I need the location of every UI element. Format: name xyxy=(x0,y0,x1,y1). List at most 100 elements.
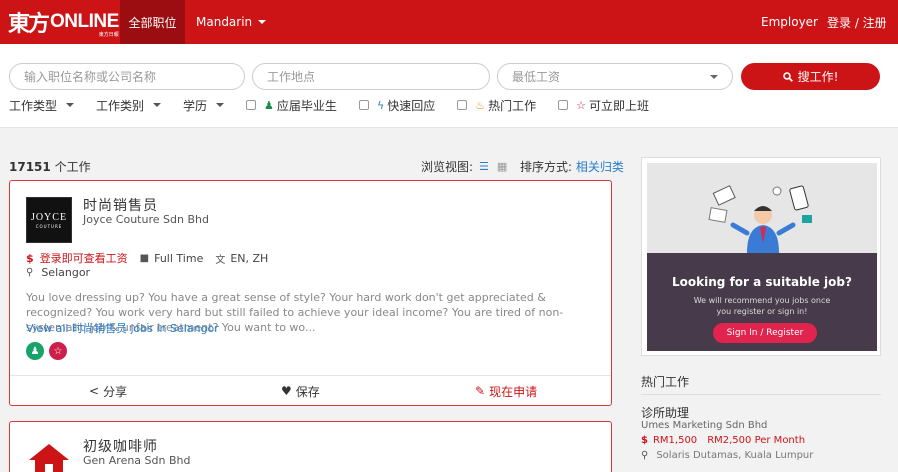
immediate-start-checkbox[interactable]: ☆ 可立即上班 xyxy=(558,97,649,114)
education-label: 学历 xyxy=(183,98,208,113)
job-category-dropdown[interactable]: 工作类别 xyxy=(96,97,162,114)
divider xyxy=(641,394,881,395)
job-count-number: 17151 xyxy=(9,160,51,174)
apply-now-button[interactable]: ✎ 现在申请 xyxy=(475,376,537,406)
company-logo-graphic xyxy=(29,444,69,472)
grid-view-icon[interactable]: ▦ xyxy=(497,160,507,173)
job-card[interactable]: JOYCE COUTURE 时尚销售员 Joyce Couture Sdn Bh… xyxy=(9,180,612,406)
keyword-search-input[interactable]: 输入职位名称或公司名称 xyxy=(9,63,245,90)
promo-subtext: We will recommend you jobs once you regi… xyxy=(647,295,877,317)
promo-subtext-line: We will recommend you jobs once xyxy=(693,296,831,305)
chevron-down-icon xyxy=(216,103,225,107)
apply-label: 现在申请 xyxy=(489,384,538,399)
job-meta: $ 登录即可查看工资 ■ Full Time 文 EN, ZH xyxy=(26,250,268,266)
logo-subtitle: 東方日報 xyxy=(98,32,119,38)
hot-job-title[interactable]: 诊所助理 xyxy=(641,404,689,421)
checkbox-box[interactable] xyxy=(246,100,257,110)
company-logo[interactable]: JOYCE COUTURE xyxy=(26,197,72,243)
fresh-graduate-label: 应届毕业生 xyxy=(276,98,337,113)
education-dropdown[interactable]: 学历 xyxy=(183,97,225,114)
company-name[interactable]: Joyce Couture Sdn Bhd xyxy=(83,213,209,226)
filter-row: 工作类型 工作类别 学历 ♟ 应届毕业生 ϟ 快速回应 ♨ 热门工作 ☆ 可立即… xyxy=(9,97,671,113)
save-button[interactable]: ♥ 保存 xyxy=(281,376,320,406)
heart-icon: ♥ xyxy=(281,384,292,398)
company-logo-subtext: COUTURE xyxy=(35,223,63,229)
graduate-badge-icon: ♟ xyxy=(26,342,44,360)
job-count-suffix: 个工作 xyxy=(50,160,91,174)
hot-job-checkbox[interactable]: ♨ 热门工作 xyxy=(457,97,536,114)
hot-job-location-text: Solaris Dutamas, Kuala Lumpur xyxy=(656,450,814,461)
language-dropdown[interactable]: Mandarin xyxy=(196,0,267,44)
job-title[interactable]: 初级咖啡师 xyxy=(83,436,158,456)
company-logo[interactable] xyxy=(26,436,72,472)
salary-text: 登录即可查看工资 xyxy=(39,252,128,265)
sort-relevance-link[interactable]: 相关归类 xyxy=(576,160,624,174)
view-all-jobs-link[interactable]: View all 时尚销售员 jobs in Selangor xyxy=(26,320,219,336)
meditating-person-illustration xyxy=(708,185,812,253)
sort-control: 排序方式: 相关归类 xyxy=(520,158,624,175)
job-type-text: Full Time xyxy=(154,251,204,265)
employer-link[interactable]: Employer xyxy=(761,0,818,44)
share-button[interactable]: < 分享 xyxy=(89,376,127,406)
briefcase-icon: ■ xyxy=(139,252,150,264)
language-icon: 文 xyxy=(215,254,226,266)
hot-job-location: ⚲ Solaris Dutamas, Kuala Lumpur xyxy=(641,450,813,461)
job-type-dropdown[interactable]: 工作类型 xyxy=(9,97,75,114)
register-promo-card: Looking for a suitable job? We will reco… xyxy=(641,157,881,356)
promo-illustration xyxy=(647,163,877,253)
hot-jobs-heading: 热门工作 xyxy=(641,375,690,389)
promo-subtext-line: you register or sign in! xyxy=(716,307,808,316)
hot-job-salary-min: RM1,500 xyxy=(652,435,698,446)
chevron-down-icon xyxy=(258,20,267,24)
job-card[interactable]: 初级咖啡师 Gen Arena Sdn Bhd xyxy=(9,421,612,472)
checkbox-box[interactable] xyxy=(457,100,468,110)
site-logo[interactable]: 東方 ONLINE 東方日報 xyxy=(8,8,119,38)
lightning-icon: ϟ xyxy=(376,98,385,112)
share-label: 分享 xyxy=(103,384,128,399)
share-icon: < xyxy=(89,384,100,398)
logo-wordmark: ONLINE xyxy=(50,11,119,32)
job-actions: < 分享 ♥ 保存 ✎ 现在申请 xyxy=(10,375,611,405)
job-type: ■ Full Time xyxy=(140,252,204,265)
search-jobs-button[interactable]: 搜工作! xyxy=(741,63,880,90)
immediate-start-label: 可立即上班 xyxy=(588,98,649,113)
job-category-label: 工作类别 xyxy=(96,98,145,113)
company-logo-text: JOYCE xyxy=(30,211,68,223)
list-view-icon[interactable]: ☰ xyxy=(479,160,489,173)
chevron-down-icon xyxy=(153,103,162,107)
view-label: 浏览视图: xyxy=(421,160,474,174)
login-register-link[interactable]: 登录 / 注册 xyxy=(827,0,887,44)
min-salary-select[interactable]: 最低工资 xyxy=(497,63,733,90)
salary-info[interactable]: $ 登录即可查看工资 xyxy=(26,250,128,266)
location-input[interactable]: 工作地点 xyxy=(252,63,490,90)
sign-in-register-button[interactable]: Sign In / Register xyxy=(713,323,817,343)
checkbox-box[interactable] xyxy=(358,100,369,110)
chevron-down-icon xyxy=(710,74,718,79)
dollar-icon: $ xyxy=(641,435,648,446)
nav-all-jobs-tab[interactable]: 全部职位 xyxy=(120,0,185,44)
map-pin-icon: ⚲ xyxy=(641,450,649,461)
search-panel: 输入职位名称或公司名称 工作地点 最低工资 搜工作! 工作类型 工作类别 学历 … xyxy=(0,44,898,128)
hot-job-salary-max: RM2,500 Per Month xyxy=(707,435,806,446)
job-languages-text: EN, ZH xyxy=(230,251,269,265)
min-salary-placeholder: 最低工资 xyxy=(512,70,561,84)
fresh-graduate-checkbox[interactable]: ♟ 应届毕业生 xyxy=(246,97,337,114)
promo-text-panel: Looking for a suitable job? We will reco… xyxy=(647,253,877,351)
checkbox-box[interactable] xyxy=(558,100,569,110)
edit-icon: ✎ xyxy=(475,384,486,398)
view-toggle: 浏览视图: ☰ ▦ xyxy=(421,158,507,175)
hot-job-label: 热门工作 xyxy=(488,98,537,113)
hot-job-company[interactable]: Umes Marketing Sdn Bhd xyxy=(641,420,767,431)
hot-job-salary: $ RM1,500 RM2,500 Per Month xyxy=(641,435,805,446)
job-badges: ♟ ☆ xyxy=(26,342,67,360)
promo-heading: Looking for a suitable job? xyxy=(672,275,852,289)
job-count: 17151 个工作 xyxy=(9,158,91,175)
quick-response-checkbox[interactable]: ϟ 快速回应 xyxy=(358,97,435,114)
language-label: Mandarin xyxy=(196,15,253,29)
job-type-label: 工作类型 xyxy=(9,98,58,113)
job-location-text: Selangor xyxy=(41,266,91,279)
company-name[interactable]: Gen Arena Sdn Bhd xyxy=(83,454,190,467)
job-languages: 文 EN, ZH xyxy=(215,251,268,266)
job-title[interactable]: 时尚销售员 xyxy=(83,195,158,215)
logo-mark: 東方 xyxy=(8,11,50,37)
